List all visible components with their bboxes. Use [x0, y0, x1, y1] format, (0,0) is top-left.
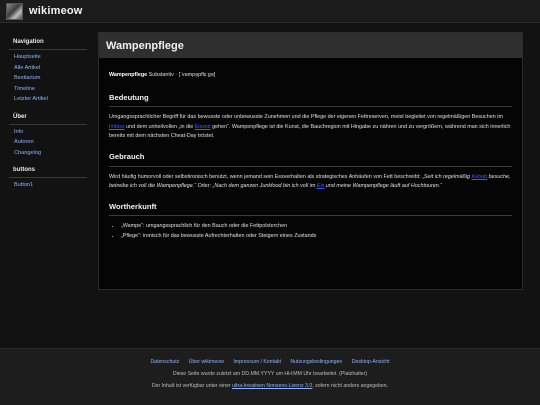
site-name[interactable]: wikimeow [29, 5, 83, 17]
footer-link-ueber[interactable]: Über wikimeow [189, 359, 224, 365]
license-text: Der Inhalt ist verfügbar unter einer ult… [0, 383, 540, 389]
footer-links: Datenschutz Über wikimeow Impressum / Ko… [0, 359, 540, 365]
sidebar-link-autoren[interactable]: Autoren [14, 139, 34, 145]
sidebar: Navigation Hauptseite Alle Artikel Besti… [9, 36, 87, 197]
footer-link-impressum[interactable]: Impressum / Kontakt [233, 359, 281, 365]
cat-logo-icon[interactable] [6, 2, 23, 20]
sidebar-about-list: Info Autoren Changelog [9, 127, 87, 159]
gebrauch-text: Wird häufig humorvoll oder selbstironisc… [109, 173, 512, 192]
footer-link-desktop-ansicht[interactable]: Desktop-Ansicht [352, 359, 390, 365]
link-imbiss[interactable]: Imbiss [109, 124, 125, 130]
sidebar-link-hauptseite[interactable]: Hauptseite [14, 54, 41, 60]
footer-link-datenschutz[interactable]: Datenschutz [150, 359, 179, 365]
page-title: Wampenpflege [99, 33, 522, 58]
sidebar-heading-navigation: Navigation [9, 36, 87, 50]
text-span: , sofern nicht anders angegeben. [312, 383, 389, 389]
section-bedeutung: Bedeutung Umgangssprachlicher Begriff fü… [109, 93, 512, 142]
sidebar-item: Button1 [9, 180, 87, 191]
sidebar-link-changelog[interactable]: Changelog [14, 150, 41, 156]
license-link[interactable]: ultra-kreativen Nonsens-Lizenz 3.0 [232, 383, 312, 389]
text-span: Wird häufig humorvoll oder selbstironisc… [109, 173, 423, 180]
sidebar-link-info[interactable]: Info [14, 129, 23, 135]
text-span: Der Inhalt ist verfügbar unter einer [151, 383, 233, 389]
sidebar-link-bestiarium[interactable]: Bestiarium [14, 75, 40, 81]
lemma-grammar: Substantiv · [ˈvampə̯pflɛːɡə] [147, 72, 216, 78]
sidebar-item: Alle Artikel [9, 63, 87, 74]
text-span: und dem unheilvollen „in die [124, 123, 195, 130]
example-quote-2: „Nach dem ganzen Junkfood bin ich voll i… [213, 183, 442, 189]
sidebar-item: Letzter Artikel [9, 94, 87, 105]
section-heading-gebrauch: Gebrauch [109, 152, 512, 167]
footer: Datenschutz Über wikimeow Impressum / Ko… [0, 348, 540, 405]
list-item: „Pflege“: ironisch für das bewusste Aufr… [121, 232, 512, 242]
top-bar: wikimeow [0, 0, 540, 23]
etymology-list: „Wampe“: umgangssprachlich für den Bauch… [109, 222, 512, 241]
sidebar-item: Info [9, 127, 87, 138]
section-heading-wortherkunft: Wortherkunft [109, 202, 512, 217]
sidebar-link-button1[interactable]: Button1 [14, 182, 33, 188]
footer-link-nutzungsbedingungen[interactable]: Nutzungsbedingungen [290, 359, 342, 365]
text-span: „Seit ich regelmäßig [422, 173, 472, 180]
text-span: und meine Wampenpflege läuft auf Hochtou… [324, 183, 443, 190]
last-edited-text: Diese Seite wurde zuletzt am DD.MM.YYYY … [172, 371, 368, 377]
sidebar-item: Timeline [9, 84, 87, 95]
sidebar-item: Autoren [9, 137, 87, 148]
text-span: Umgangssprachlicher Begriff für das bewu… [109, 114, 503, 121]
sidebar-item: Bestiarium [9, 73, 87, 84]
text-span: „Nach dem ganzen Junkfood bin ich voll i… [212, 183, 317, 190]
lemma-line: Wampenpflege Substantiv · [ˈvampə̯pflɛːɡ… [109, 71, 512, 81]
link-kebab[interactable]: Kebab [472, 174, 488, 180]
section-gebrauch: Gebrauch Wird häufig humorvoll oder selb… [109, 152, 512, 192]
lemma-word: Wampenpflege [109, 72, 148, 78]
sidebar-buttons-list: Button1 [9, 180, 87, 191]
sidebar-heading-ueber: Über [9, 111, 87, 125]
bedeutung-text: Umgangssprachlicher Begriff für das bewu… [109, 113, 512, 142]
sidebar-nav-list: Hauptseite Alle Artikel Bestiarium Timel… [9, 52, 87, 105]
article-content: Wampenpflege Substantiv · [ˈvampə̯pflɛːɡ… [99, 58, 522, 241]
section-heading-bedeutung: Bedeutung [109, 93, 512, 108]
sidebar-link-timeline[interactable]: Timeline [14, 86, 35, 92]
sidebar-link-alle-artikel[interactable]: Alle Artikel [14, 65, 40, 71]
link-eiszeit[interactable]: Eiszeit [195, 124, 211, 130]
sidebar-item: Hauptseite [9, 52, 87, 63]
list-item: „Wampe“: umgangssprachlich für den Bauch… [121, 222, 512, 232]
text-span: Oder: [196, 183, 213, 190]
article-panel: Wampenpflege Wampenpflege Substantiv · [… [98, 32, 523, 290]
section-wortherkunft: Wortherkunft „Wampe“: umgangssprachlich … [109, 202, 512, 242]
sidebar-item: Changelog [9, 148, 87, 159]
sidebar-heading-buttons: buttons [9, 164, 87, 178]
sidebar-link-letzter-artikel[interactable]: Letzter Artikel [14, 96, 48, 102]
